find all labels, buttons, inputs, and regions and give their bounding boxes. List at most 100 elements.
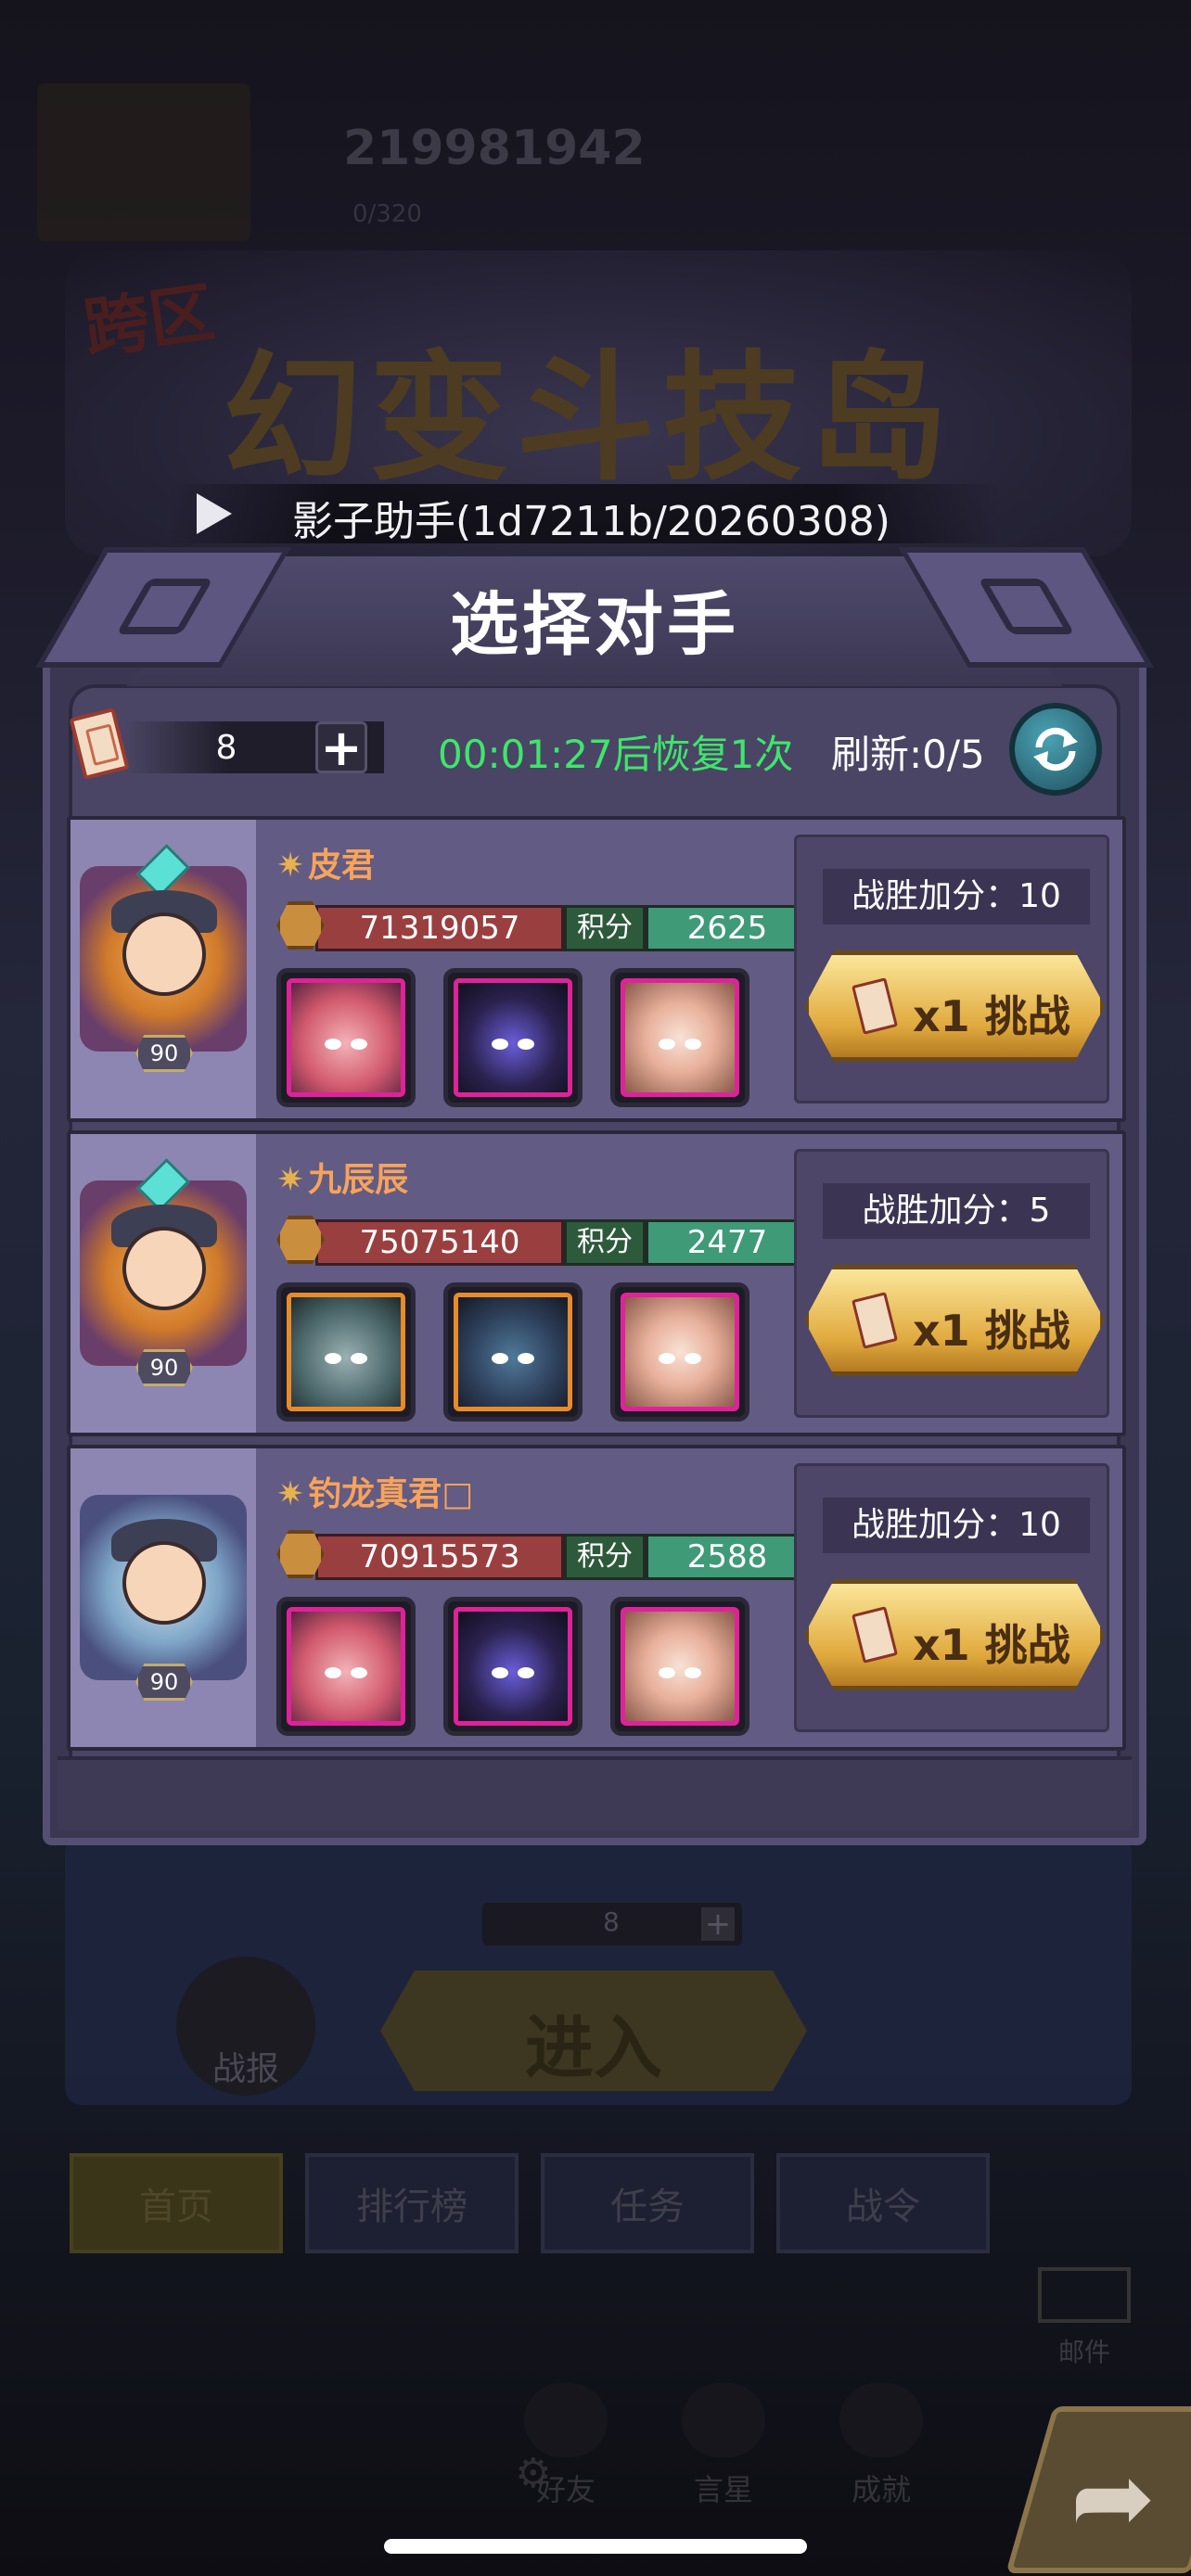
- hero-mask-icon: [625, 1612, 735, 1721]
- score-label: 积分: [564, 905, 646, 951]
- hero-slot[interactable]: [610, 1282, 749, 1422]
- hero-slot[interactable]: [276, 968, 416, 1107]
- win-bonus: 战胜加分：10: [823, 1498, 1090, 1553]
- challenge-button[interactable]: x1 挑战: [804, 1579, 1105, 1690]
- battle-report-label: 战报: [211, 2050, 279, 2088]
- combat-power: 75075140: [315, 1219, 564, 1266]
- status-row: 8 + 00:01:27后恢复1次 刷新:0/5: [59, 703, 1135, 796]
- mail-button: 邮件: [1015, 2267, 1154, 2369]
- hero-mask-icon: [625, 1297, 735, 1407]
- opponent-card: 90 ✷ 皮君 71319057 积分 2625 战胜加分：10 x1 挑战: [67, 816, 1126, 1122]
- dialog-footer: [58, 1756, 1132, 1830]
- score-value: 2625: [646, 905, 809, 951]
- hero-slot[interactable]: [443, 1282, 583, 1422]
- dock-friends-label: 好友: [535, 2472, 596, 2507]
- challenge-label: x1 挑战: [913, 991, 1070, 1041]
- level-badge: 90: [135, 1349, 193, 1386]
- enter-button: 进入: [380, 1970, 807, 2091]
- challenge-button[interactable]: x1 挑战: [804, 1265, 1105, 1376]
- opponent-name-row: ✷ 钓龙真君□: [276, 1467, 473, 1515]
- score-value: 2477: [646, 1219, 809, 1266]
- hero-pink-icon: [291, 983, 401, 1092]
- hero-slot[interactable]: [610, 968, 749, 1107]
- hero-pink-icon: [291, 1612, 401, 1721]
- avatar: [122, 1227, 206, 1310]
- hero-slot[interactable]: [443, 1597, 583, 1736]
- combat-power: 70915573: [315, 1534, 564, 1580]
- tab-home: 首页: [70, 2153, 283, 2253]
- mail-label: 邮件: [1057, 2337, 1110, 2367]
- challenge-panel: 战胜加分：10 x1 挑战: [794, 1463, 1109, 1732]
- hero-slot[interactable]: [443, 968, 583, 1107]
- helper-bar[interactable]: 影子助手(1d7211b/20260308): [167, 484, 1002, 545]
- opponent-name: 钓龙真君□: [308, 1475, 474, 1513]
- dock-friends: 好友: [519, 2383, 612, 2507]
- refresh-icon: [1033, 727, 1078, 772]
- hero-dragon-icon: [458, 983, 568, 1092]
- rank-star-icon: ✷: [276, 1161, 305, 1199]
- hero-lineup: [276, 968, 749, 1107]
- hero-armor-icon: [458, 1297, 568, 1407]
- ticket-icon: [852, 977, 898, 1035]
- opponent-card: 90 ✷ 九辰辰 75075140 积分 2477 战胜加分：5 x1 挑战: [67, 1130, 1126, 1436]
- player-id: 219981942: [343, 121, 646, 176]
- level-badge: 90: [135, 1035, 193, 1072]
- challenge-panel: 战胜加分：5 x1 挑战: [794, 1149, 1109, 1418]
- win-bonus: 战胜加分：10: [823, 869, 1090, 925]
- hero-lineup: [276, 1282, 749, 1422]
- opponent-portrait: 90: [70, 1448, 256, 1747]
- dock-achievements-label: 成就: [851, 2472, 911, 2507]
- ticket-icon: [69, 707, 130, 781]
- opponent-portrait: 90: [70, 820, 256, 1118]
- event-tag: 跨区: [79, 274, 219, 368]
- opponent-name: 皮君: [308, 847, 376, 885]
- tab-tasks: 任务: [541, 2153, 754, 2253]
- home-indicator[interactable]: [384, 2539, 807, 2554]
- add-ticket-button[interactable]: +: [315, 721, 367, 773]
- hero-dragon-icon: [458, 1612, 568, 1721]
- bottom-tabs: 首页 排行榜 任务 战令: [70, 2153, 990, 2253]
- bottom-dock: 好友 言星 成就: [519, 2383, 928, 2507]
- tab-pass: 战令: [776, 2153, 990, 2253]
- dock-achievements: 成就: [835, 2383, 928, 2507]
- hero-mask-icon: [625, 983, 735, 1092]
- win-bonus: 战胜加分：5: [823, 1183, 1090, 1239]
- trophy-icon: [839, 2383, 923, 2457]
- tab-ranking: 排行榜: [305, 2153, 519, 2253]
- refresh-button[interactable]: [1009, 703, 1102, 796]
- helper-text: 影子助手(1d7211b/20260308): [292, 498, 890, 545]
- hero-slot[interactable]: [610, 1597, 749, 1736]
- avatar: [122, 912, 206, 996]
- event-title: 幻变斗技岛: [223, 337, 956, 500]
- friends-icon: [524, 2383, 608, 2457]
- challenge-panel: 战胜加分：10 x1 挑战: [794, 835, 1109, 1103]
- arrow-icon: ➦: [1069, 2438, 1156, 2557]
- ticket-icon: [852, 1292, 898, 1349]
- play-icon[interactable]: [197, 493, 232, 534]
- rank-star-icon: ✷: [276, 1475, 305, 1513]
- rank-star-icon: ✷: [276, 847, 305, 885]
- challenge-label: x1 挑战: [913, 1620, 1070, 1670]
- share-button: ➦: [1005, 2406, 1191, 2573]
- hero-slot[interactable]: [276, 1282, 416, 1422]
- mail-icon: [1038, 2267, 1131, 2323]
- opponent-portrait: 90: [70, 1134, 256, 1433]
- hero-slot[interactable]: [276, 1597, 416, 1736]
- ticket-count: 8: [215, 729, 237, 767]
- bg-ticket-count: 8: [603, 1906, 620, 1937]
- bg-plus-icon: +: [701, 1907, 735, 1941]
- opponent-card: 90 ✷ 钓龙真君□ 70915573 积分 2588 战胜加分：10 x1 挑战: [67, 1445, 1126, 1751]
- refresh-count: 刷新:0/5: [831, 732, 985, 777]
- bg-ticket-row: 8 +: [482, 1903, 742, 1945]
- dock-star: 言星: [677, 2383, 770, 2507]
- avatar: [122, 1541, 206, 1625]
- stamina-value: 0/320: [352, 200, 422, 228]
- level-badge: 90: [135, 1664, 193, 1701]
- challenge-button[interactable]: x1 挑战: [804, 950, 1105, 1062]
- score-label: 积分: [564, 1534, 646, 1580]
- dock-star-label: 言星: [693, 2472, 753, 2507]
- score-label: 积分: [564, 1219, 646, 1266]
- hero-wolf-icon: [291, 1297, 401, 1407]
- opponent-name-row: ✷ 皮君: [276, 838, 375, 886]
- enter-button-label: 进入: [525, 2009, 662, 2088]
